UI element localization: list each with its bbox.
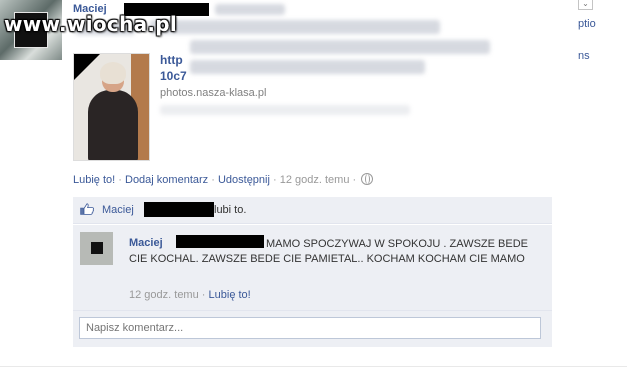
comment: MAMO SPOCZYWAJ W SPOKOJU . ZAWSZE BEDE C… (73, 225, 552, 311)
mourning-ribbon-icon (74, 54, 100, 80)
share-link[interactable]: Udostępnij (218, 174, 270, 186)
side-link-fragment[interactable]: ns (578, 50, 590, 62)
commenter-avatar[interactable] (80, 232, 113, 265)
likes-summary: Maciej lubi to. (73, 197, 552, 224)
photo-person-body (88, 90, 138, 160)
blurred-text (215, 4, 285, 15)
like-link[interactable]: Lubię to! (73, 174, 115, 186)
post-timestamp[interactable]: 12 godz. temu (280, 174, 350, 186)
thumbs-up-icon (80, 203, 94, 215)
redaction-bar (176, 235, 264, 248)
comment-meta: 12 godz. temu · Lubię to! (129, 289, 251, 301)
separator: · (211, 174, 215, 186)
comment-like-link[interactable]: Lubię to! (209, 289, 251, 301)
side-link-fragment[interactable]: ptio (578, 18, 596, 30)
blurred-text (150, 20, 440, 34)
comment-input[interactable] (79, 317, 541, 339)
link-title[interactable]: http 10c7 (160, 52, 200, 84)
separator: · (201, 289, 206, 301)
avatar-redaction (91, 242, 103, 254)
comment-timestamp[interactable]: 12 godz. temu (129, 289, 199, 301)
commenter-name[interactable]: Maciej (129, 237, 163, 249)
separator: · (273, 174, 277, 186)
reply-area (73, 311, 552, 347)
link-domain: photos.nasza-klasa.pl (160, 87, 267, 99)
liker-name[interactable]: Maciej (102, 204, 134, 216)
shared-photo[interactable] (73, 53, 150, 161)
blurred-link-text (190, 40, 490, 54)
post-action-bar: Lubię to! · Dodaj komentarz · Udostępnij… (73, 173, 374, 186)
separator: · (118, 174, 122, 186)
blurred-link-text (190, 60, 425, 74)
likes-suffix: lubi to. (214, 204, 247, 216)
separator: · (352, 174, 357, 186)
globe-icon[interactable] (361, 173, 374, 185)
chevron-down-icon[interactable]: ⌄ (578, 0, 593, 10)
divider (0, 366, 627, 367)
add-comment-link[interactable]: Dodaj komentarz (125, 174, 208, 186)
photo-person-hair (100, 62, 126, 84)
redaction-bar (144, 202, 214, 217)
blurred-text (160, 105, 410, 115)
site-watermark: www.wiocha.pl (4, 12, 178, 36)
